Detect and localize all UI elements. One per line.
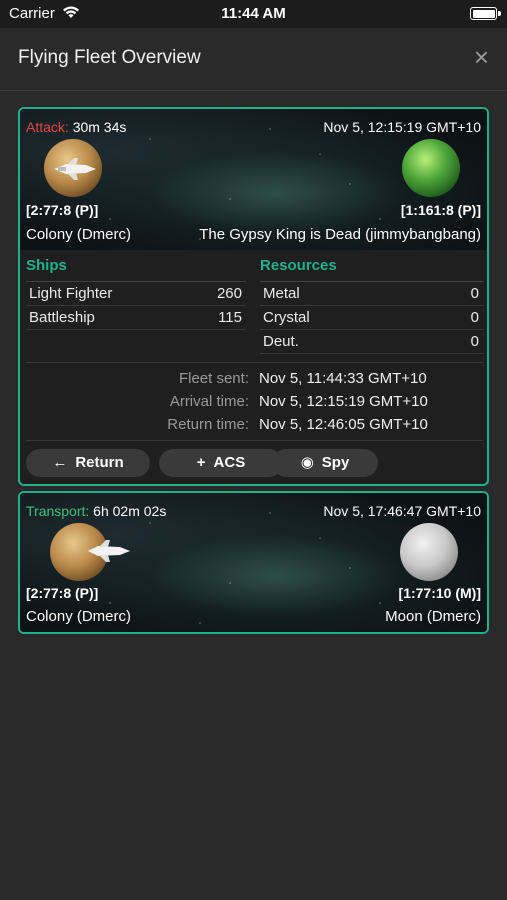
- eye-icon: ◉: [300, 454, 314, 471]
- mission-countdown: 6h 02m 02s: [93, 503, 167, 519]
- clock: 11:44 AM: [221, 5, 286, 22]
- fleet-card-transport: Transport: 6h 02m 02s Nov 5, 17:46:47 GM…: [18, 491, 489, 634]
- mission-info: Attack: 30m 34s: [26, 119, 126, 135]
- spy-button-label: Spy: [321, 454, 350, 471]
- time-value: Nov 5, 11:44:33 GMT+10: [259, 370, 427, 387]
- arrival-time: Nov 5, 17:46:47 GMT+10: [323, 503, 481, 519]
- acs-button[interactable]: + ACS: [159, 449, 283, 477]
- resource-name: Crystal: [263, 309, 310, 326]
- time-label: Return time:: [167, 416, 249, 433]
- return-button[interactable]: ← Return: [26, 449, 150, 477]
- status-bar: Carrier 11:44 AM: [0, 0, 507, 28]
- resource-row: Crystal 0: [260, 306, 483, 330]
- time-value: Nov 5, 12:46:05 GMT+10: [259, 416, 428, 433]
- target-planet-icon: [402, 139, 460, 197]
- space-banner: Transport: 6h 02m 02s Nov 5, 17:46:47 GM…: [20, 493, 487, 632]
- acs-button-label: ACS: [213, 454, 246, 471]
- ship-row: Light Fighter 260: [26, 282, 246, 306]
- modal-header: Flying Fleet Overview ×: [0, 28, 507, 91]
- ship-name: Battleship: [29, 309, 95, 326]
- fleet-times: Fleet sent: Nov 5, 11:44:33 GMT+10 Arriv…: [26, 362, 483, 436]
- ships-header: Ships: [26, 250, 246, 282]
- ship-row: Battleship 115: [26, 306, 246, 330]
- arrival-time: Nov 5, 12:15:19 GMT+10: [323, 119, 481, 135]
- time-row: Return time: Nov 5, 12:46:05 GMT+10: [26, 413, 483, 436]
- time-label: Fleet sent:: [178, 370, 249, 387]
- origin-coords[interactable]: [2:77:8 (P)]: [26, 585, 98, 601]
- resources-table: Resources Metal 0 Crystal 0 Deut. 0: [260, 250, 483, 354]
- resource-name: Metal: [263, 285, 300, 302]
- close-icon[interactable]: ×: [474, 42, 489, 73]
- target-name: Moon (Dmerc): [385, 608, 481, 625]
- target-coords[interactable]: [1:77:10 (M)]: [399, 585, 481, 601]
- ship-count: 260: [216, 285, 242, 302]
- resource-row: Deut. 0: [260, 330, 483, 354]
- ship-count: 115: [218, 309, 242, 326]
- origin-name: Colony (Dmerc): [26, 226, 132, 243]
- time-value: Nov 5, 12:15:19 GMT+10: [259, 393, 428, 410]
- transport-ship-icon: [88, 540, 130, 562]
- arrow-left-icon: ←: [52, 454, 68, 471]
- resources-header: Resources: [260, 250, 483, 282]
- resource-amount: 0: [470, 333, 479, 350]
- target-coords[interactable]: [1:161:8 (P)]: [401, 202, 481, 218]
- mission-countdown: 30m 34s: [72, 119, 127, 135]
- fleet-card-attack: Attack: 30m 34s Nov 5, 12:15:19 GMT+10 […: [18, 107, 489, 486]
- modal-title: Flying Fleet Overview: [18, 47, 201, 68]
- battery-icon: [470, 7, 501, 20]
- ship-name: Light Fighter: [29, 285, 113, 302]
- attack-ship-icon: [54, 158, 96, 180]
- resource-amount: 0: [470, 285, 479, 302]
- fleet-actions: ← Return + ACS ◉ Spy: [26, 440, 483, 477]
- target-name: The Gypsy King is Dead (jimmybangbang): [199, 226, 481, 243]
- plus-icon: +: [196, 454, 206, 471]
- mission-info: Transport: 6h 02m 02s: [26, 503, 166, 519]
- origin-coords[interactable]: [2:77:8 (P)]: [26, 202, 98, 218]
- resource-name: Deut.: [263, 333, 299, 350]
- mission-type: Transport:: [26, 503, 90, 519]
- mission-type: Attack:: [26, 119, 69, 135]
- resource-amount: 0: [470, 309, 479, 326]
- ships-table: Ships Light Fighter 260 Battleship 115: [26, 250, 246, 330]
- return-button-label: Return: [75, 454, 124, 471]
- time-row: Fleet sent: Nov 5, 11:44:33 GMT+10: [26, 367, 483, 390]
- resource-row: Metal 0: [260, 282, 483, 306]
- time-row: Arrival time: Nov 5, 12:15:19 GMT+10: [26, 390, 483, 413]
- space-banner: Attack: 30m 34s Nov 5, 12:15:19 GMT+10 […: [20, 109, 487, 250]
- spy-button[interactable]: ◉ Spy: [272, 449, 378, 477]
- time-label: Arrival time:: [169, 393, 249, 410]
- moon-icon: [400, 523, 458, 581]
- origin-name: Colony (Dmerc): [26, 608, 132, 625]
